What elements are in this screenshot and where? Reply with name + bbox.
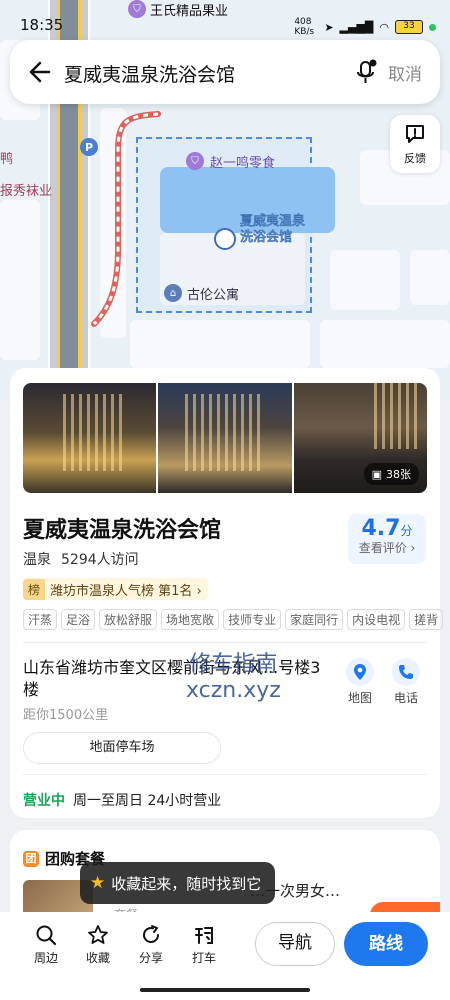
favorite-toast: ★ 收藏起来，随时找到它 (80, 862, 276, 904)
favorite-button[interactable]: 收藏 (76, 924, 120, 966)
search-icon (36, 925, 57, 946)
map-block (0, 200, 40, 360)
feature-tag: 放松舒服 (99, 609, 158, 630)
star-outline-icon (88, 925, 108, 944)
location-icon: ➤ (324, 20, 334, 34)
poi-visits: 5294人访问 (61, 552, 139, 568)
rank-badge[interactable]: 榜 潍坊市温泉人气榜 第1名 › (23, 578, 208, 600)
hours-text: 周一至周日 24小时营业 (73, 793, 222, 809)
feedback-button[interactable]: 反馈 (390, 115, 440, 173)
rank-text: 潍坊市温泉人气榜 第1名 › (50, 583, 202, 599)
route-button[interactable]: 路线 (344, 922, 428, 966)
privacy-dot (429, 23, 436, 31)
view-reviews-link[interactable]: 查看评价 › (348, 539, 426, 556)
cancel-button[interactable]: 取消 (388, 60, 422, 85)
poi-distance: 距你1500公里 (23, 708, 109, 723)
map-block (320, 320, 450, 368)
feedback-icon (406, 125, 424, 143)
phone-icon (399, 665, 413, 679)
feedback-label: 反馈 (404, 152, 426, 165)
rating-box[interactable]: 4.7分 查看评价 › (348, 514, 426, 564)
image-icon: ▣ (371, 467, 382, 481)
rating-value: 4.7 (361, 516, 401, 541)
rank-tag: 榜 (23, 578, 46, 600)
watermark-line1: 修车指南 (189, 652, 278, 677)
toast-text: 收藏起来，随时找到它 (111, 874, 262, 893)
parking-marker-icon[interactable]: P (80, 138, 98, 156)
status-time: 18:35 (20, 16, 64, 34)
feature-tag: 技师专业 (223, 609, 282, 630)
share-label: 分享 (138, 951, 163, 965)
rating-unit: 分 (400, 524, 413, 538)
nearby-button[interactable]: 周边 (24, 924, 68, 966)
poi-detail-card: ▣ 38张 夏威夷温泉洗浴会馆 温泉 5294人访问 4.7分 查看评价 › 榜 … (10, 368, 444, 818)
share-button[interactable]: 分享 (129, 924, 173, 966)
photo-gallery[interactable]: ▣ 38张 (23, 383, 427, 493)
phone-action-button[interactable]: 电话 (386, 658, 426, 706)
photo-thumb[interactable] (158, 383, 292, 493)
poi-address[interactable]: 山东省潍坊市奎文区樱前街与东风...号楼3楼 (23, 657, 328, 701)
share-icon (143, 925, 159, 943)
back-arrow-icon[interactable] (24, 58, 52, 86)
parking-button[interactable]: 地面停车场 (23, 732, 221, 764)
feature-tag: 足浴 (61, 609, 96, 630)
bottom-action-bar: 周边 收藏 分享 打车 导航 路线 (0, 912, 450, 1000)
location-pin-icon (354, 664, 366, 680)
group-buy-icon: 团 (23, 850, 39, 867)
open-status: 营业中 (23, 793, 65, 809)
map-label-gulun: 古伦公寓 (187, 288, 240, 303)
home-indicator[interactable] (140, 988, 310, 992)
star-icon: ★ (90, 873, 106, 893)
map-label-street: 报秀袜业 (0, 184, 53, 199)
feature-tag: 家庭同行 (285, 609, 344, 630)
feature-tag: 场地宽敞 (161, 609, 220, 630)
poi-name: 夏威夷温泉洗浴会馆 (23, 518, 222, 543)
photo-count: 38张 (385, 468, 411, 481)
battery-icon: 33 (395, 20, 423, 34)
search-bar[interactable]: 夏威夷温泉洗浴会馆 取消 (10, 40, 440, 104)
map-label-poi-line2[interactable]: 洗浴会馆 (240, 226, 292, 245)
favorite-label: 收藏 (85, 951, 110, 965)
voice-mic-icon[interactable] (354, 58, 378, 86)
poi-pin-icon[interactable] (214, 228, 236, 250)
search-query[interactable]: 夏威夷温泉洗浴会馆 (64, 60, 235, 87)
poi-category: 温泉 (23, 552, 51, 568)
taxi-icon (195, 927, 213, 944)
status-icons: 408 KB/s ➤ ▂▄▆█ ◠ 33 (294, 17, 436, 37)
navigate-button[interactable]: 导航 (255, 922, 335, 966)
zhao-shop-marker-icon[interactable]: ⛉ (186, 152, 204, 170)
status-bar: 18:35 408 KB/s ➤ ▂▄▆█ ◠ 33 (0, 10, 450, 40)
net-speed: 408 KB/s (294, 17, 315, 37)
divider (23, 642, 427, 643)
map-block (410, 250, 450, 305)
poi-meta: 温泉 5294人访问 (23, 549, 139, 569)
rating-score: 4.7分 (348, 516, 426, 541)
business-hours[interactable]: 营业中 周一至周日 24小时营业 (23, 790, 221, 810)
feature-tag: 内设电视 (347, 609, 406, 630)
wifi-icon: ◠ (379, 20, 389, 34)
taxi-button[interactable]: 打车 (182, 924, 226, 966)
watermark-line2: xczn.xyz (186, 678, 281, 703)
map-action-label: 地图 (347, 691, 372, 705)
taxi-label: 打车 (191, 951, 216, 965)
phone-action-label: 电话 (393, 691, 418, 705)
feature-tag: 汗蒸 (23, 609, 58, 630)
feature-tags: 汗蒸 足浴 放松舒服 场地宽敞 技师专业 家庭同行 内设电视 搓背 (23, 609, 444, 630)
feature-tag: 搓背 (409, 609, 444, 630)
apartment-marker-icon[interactable]: ⌂ (164, 284, 182, 302)
photo-thumb[interactable] (23, 383, 157, 493)
divider (23, 774, 427, 775)
map-label-zhao-shop: 赵一鸣零食 (210, 156, 276, 171)
photo-count-badge[interactable]: ▣ 38张 (363, 463, 419, 485)
map-label-left: 鸭 (0, 152, 14, 167)
battery-level: 33 (403, 21, 415, 31)
watermark: 修车指南 xczn.xyz (186, 652, 281, 704)
signal-icon: ▂▄▆█ (339, 20, 374, 34)
photo-thumb[interactable]: ▣ 38张 (293, 383, 427, 493)
map-block (330, 250, 400, 310)
map-action-button[interactable]: 地图 (340, 658, 380, 706)
nearby-label: 周边 (33, 951, 58, 965)
